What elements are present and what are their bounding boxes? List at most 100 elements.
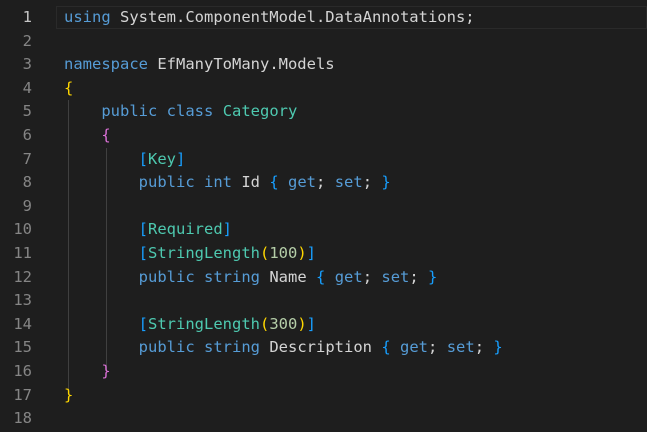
code-token: get xyxy=(288,173,317,192)
code-token: [ xyxy=(138,220,148,239)
code-token: ; xyxy=(362,173,382,192)
line-number: 6 xyxy=(22,126,32,144)
line-number: 1 xyxy=(22,8,32,26)
code-token: { xyxy=(269,173,279,192)
code-token: [ xyxy=(138,244,148,262)
code-token: public xyxy=(138,338,195,357)
code-token: EfManyToMany.Models xyxy=(148,55,335,74)
code-line[interactable]: 16 } xyxy=(0,360,647,384)
code-token: set xyxy=(446,338,475,357)
line-number: 7 xyxy=(22,149,32,168)
code-token: Required xyxy=(148,220,223,239)
code-line[interactable]: 1 using System.ComponentModel.DataAnnotat… xyxy=(0,6,647,30)
code-line[interactable]: 18 xyxy=(0,407,647,431)
code-token: ) xyxy=(297,314,307,333)
code-line[interactable]: 15 public string Description { get; set;… xyxy=(0,336,647,360)
line-number: 10 xyxy=(13,220,32,239)
line-number: 15 xyxy=(13,338,32,357)
code-line[interactable]: 14 [StringLength(300)] xyxy=(0,313,647,337)
code-editor[interactable]: 1 using System.ComponentModel.DataAnnotat… xyxy=(0,0,647,432)
code-text: public string Description { get; set; } xyxy=(64,336,503,360)
line-number: 2 xyxy=(22,31,32,50)
code-token: ] xyxy=(306,244,317,262)
code-text: public string Name { get; set; } xyxy=(64,266,438,290)
code-token: Key xyxy=(148,149,176,168)
code-token: string xyxy=(204,267,260,286)
code-token: get xyxy=(334,267,363,286)
line-number: 16 xyxy=(13,362,32,380)
code-token: { xyxy=(316,267,326,286)
code-token: ; xyxy=(316,173,335,192)
code-text: public int Id { get; set; } xyxy=(64,171,391,195)
code-text: namespace EfManyToMany.Models xyxy=(64,53,335,77)
code-token: set xyxy=(381,267,410,286)
code-text: [StringLength(100)] xyxy=(64,242,316,266)
line-number: 5 xyxy=(22,102,32,121)
code-text: } xyxy=(64,384,73,408)
code-token: { xyxy=(101,126,111,144)
code-line[interactable]: 8 public int Id { get; set; } xyxy=(0,171,647,195)
code-text: } xyxy=(64,360,111,384)
code-token: ; xyxy=(409,267,429,286)
code-token: class xyxy=(166,102,214,121)
code-line[interactable]: 12 public string Name { get; set; } xyxy=(0,266,647,290)
line-number: 3 xyxy=(22,55,32,74)
code-line[interactable]: 10 [Required] xyxy=(0,218,647,242)
code-token: ; xyxy=(362,267,382,286)
code-line[interactable]: 4{ xyxy=(0,77,647,101)
code-token: public xyxy=(138,173,195,192)
code-text: [Key] xyxy=(64,148,186,172)
line-number: 13 xyxy=(13,291,32,310)
code-line[interactable]: 5 public class Category xyxy=(0,100,647,124)
line-number: 18 xyxy=(13,409,32,428)
code-token: Description xyxy=(260,338,382,357)
code-token: namespace xyxy=(64,55,148,74)
code-token: } xyxy=(428,267,438,286)
code-token: StringLength xyxy=(148,244,260,262)
code-token: ) xyxy=(297,244,307,262)
code-token: using xyxy=(64,8,111,26)
code-token: } xyxy=(101,362,111,380)
code-token: get xyxy=(400,338,429,357)
code-token: ; xyxy=(474,338,494,357)
line-number: 9 xyxy=(22,196,32,215)
code-line[interactable]: 6 { xyxy=(0,124,647,148)
code-line[interactable]: 7 [Key] xyxy=(0,148,647,172)
code-line[interactable]: 11 [StringLength(100)] xyxy=(0,242,647,266)
line-number: 4 xyxy=(22,78,32,97)
line-number: 8 xyxy=(22,173,32,192)
line-number: 12 xyxy=(13,267,32,286)
code-token: 300 xyxy=(269,314,298,333)
code-token: { xyxy=(64,78,74,97)
code-text: public class Category xyxy=(64,100,297,124)
code-line[interactable]: 2 xyxy=(0,30,647,54)
code-token: [ xyxy=(138,149,148,168)
code-line[interactable]: 13 xyxy=(0,289,647,313)
code-token: int xyxy=(204,173,232,192)
code-token: ] xyxy=(222,220,232,239)
code-token: } xyxy=(64,385,74,404)
code-token: 100 xyxy=(269,244,298,262)
code-line[interactable]: 17} xyxy=(0,384,647,408)
line-number: 17 xyxy=(13,385,32,404)
code-line[interactable]: 3 namespace EfManyToMany.Models xyxy=(0,53,647,77)
code-line[interactable]: 9 xyxy=(0,195,647,219)
code-text: [Required] xyxy=(64,218,232,242)
code-token: Id xyxy=(232,173,270,192)
